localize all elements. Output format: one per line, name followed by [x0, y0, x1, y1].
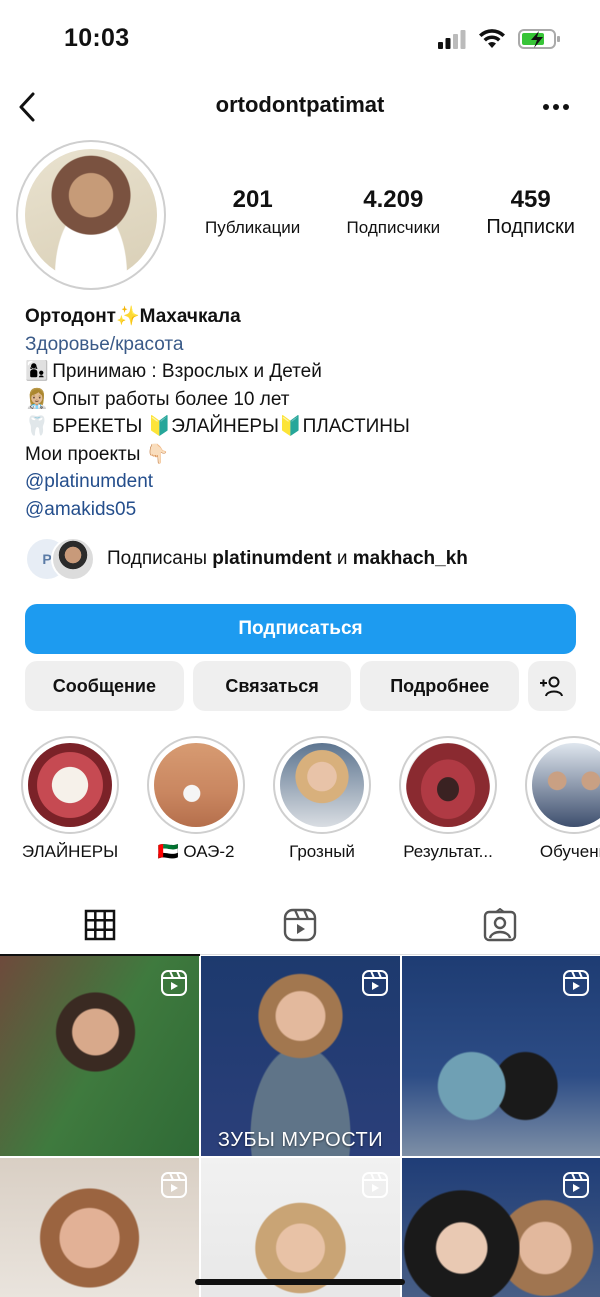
reel-icon — [362, 1172, 388, 1198]
contact-button[interactable]: Связаться — [192, 661, 352, 711]
tab-posts-grid[interactable] — [0, 895, 200, 956]
tab-tagged[interactable] — [400, 895, 600, 955]
reels-icon — [283, 908, 317, 942]
highlight-uae[interactable]: 🇦🇪 ОАЭ-2 — [141, 736, 251, 862]
tab-reels[interactable] — [200, 895, 400, 955]
highlight-grozny[interactable]: Грозный — [267, 736, 377, 862]
profile-category[interactable]: Здоровье/красота — [25, 331, 585, 359]
profile-display-name: Ортодонт✨Махачкала — [25, 306, 241, 327]
doctor-emoji-icon: 👩🏼‍⚕️ — [25, 388, 49, 410]
highlight-label: ЭЛАЙНЕРЫ — [21, 842, 119, 861]
bio-line: Мои проекты 👇🏻 — [25, 443, 170, 465]
profile-avatar[interactable] — [16, 140, 166, 290]
highlight-cover — [154, 743, 238, 827]
grid-post[interactable] — [0, 1158, 199, 1297]
highlight-cover — [406, 743, 490, 827]
stat-followers-label: Подписчики — [346, 218, 441, 237]
battery-charging-icon — [518, 29, 560, 49]
status-bar: 10:03 — [0, 0, 600, 80]
profile-photo — [25, 149, 157, 281]
bio-link-amakids[interactable]: @amakids05 — [25, 496, 585, 524]
reel-icon — [563, 970, 589, 996]
status-icons — [438, 28, 562, 50]
more-horizontal-icon — [543, 104, 569, 110]
highlight-label: Грозный — [289, 842, 355, 861]
family-emoji-icon: 👩‍👦 — [25, 361, 49, 382]
makhach-avatar — [51, 537, 95, 581]
grid-post[interactable] — [402, 956, 600, 1156]
bio-line: 🦷 БРЕКЕТЫ 🔰ЭЛАЙНЕРЫ🔰ПЛАСТИНЫ — [25, 413, 585, 441]
profile-nav-bar: ortodontpatimat — [0, 84, 600, 130]
reel-icon — [563, 1172, 589, 1198]
highlight-label: Результат... — [403, 842, 493, 861]
highlight-training[interactable]: Обучени — [519, 736, 600, 862]
stat-following-count: 459 — [510, 186, 551, 213]
stat-following[interactable]: 459 Подписки — [486, 186, 575, 239]
highlight-aligners[interactable]: ЭЛАЙНЕРЫ — [15, 736, 125, 862]
bio-line: 👩‍👦 Принимаю : Взрослых и Детей — [25, 358, 585, 386]
grid-post[interactable] — [402, 1158, 600, 1297]
profile-actions: Сообщение Связаться Подробнее — [25, 661, 577, 711]
more-info-button[interactable]: Подробнее — [360, 661, 520, 711]
highlight-label: Обучени — [539, 842, 600, 861]
followed-by-text: Подписаны platinumdent и makhach_kh — [107, 548, 468, 569]
profile-bio: Ортодонт✨Махачкала Здоровье/красота 👩‍👦 … — [25, 303, 585, 523]
grid-icon — [84, 909, 116, 941]
highlight-cover — [28, 743, 112, 827]
highlight-results[interactable]: Результат... — [393, 736, 503, 862]
reel-icon — [161, 1172, 187, 1198]
grid-post[interactable]: ЗУБЫ МУРОСТИ — [201, 956, 400, 1156]
stat-posts[interactable]: 201 Публикации — [205, 186, 300, 239]
stat-posts-label: Публикации — [205, 218, 301, 237]
reel-icon — [362, 970, 388, 996]
stat-following-label: Подписки — [486, 216, 575, 238]
wifi-icon — [479, 29, 505, 48]
followed-by[interactable]: P Подписаны platinumdent и makhach_kh — [25, 537, 585, 581]
profile-tabs — [0, 895, 600, 956]
story-highlights: ЭЛАЙНЕРЫ 🇦🇪 ОАЭ-2 Грозный Результат... О… — [0, 736, 600, 866]
signal-icon — [438, 30, 466, 49]
add-person-icon — [540, 676, 564, 697]
reel-icon — [161, 970, 187, 996]
bio-line: 👩🏼‍⚕️ Опыт работы более 10 лет — [25, 386, 585, 414]
highlight-cover — [280, 743, 364, 827]
highlight-cover — [532, 743, 600, 827]
profile-username: ortodontpatimat — [215, 92, 385, 117]
profile-stats: 201 Публикации 4.209 Подписчики 459 Подп… — [205, 186, 575, 239]
more-options-button[interactable] — [540, 92, 572, 122]
tooth-emoji-icon: 🦷 — [25, 416, 49, 437]
message-button[interactable]: Сообщение — [25, 661, 184, 711]
grid-post[interactable] — [201, 1158, 400, 1297]
home-indicator[interactable] — [195, 1279, 405, 1285]
stat-followers[interactable]: 4.209 Подписчики — [347, 186, 441, 239]
grid-post[interactable] — [0, 956, 199, 1156]
followed-by-avatars: P — [25, 537, 97, 581]
highlight-label: 🇦🇪 ОАЭ-2 — [157, 842, 235, 861]
stat-followers-count: 4.209 — [363, 186, 424, 213]
stat-posts-count: 201 — [232, 186, 273, 213]
posts-grid: ЗУБЫ МУРОСТИ — [0, 956, 600, 1297]
bio-link-platinumdent[interactable]: @platinumdent — [25, 468, 585, 496]
status-time: 10:03 — [64, 24, 130, 52]
suggest-people-button[interactable] — [528, 661, 577, 711]
post-overlay-text: ЗУБЫ МУРОСТИ — [217, 1129, 384, 1151]
follow-button[interactable]: Подписаться — [25, 604, 576, 654]
tagged-person-icon — [483, 908, 517, 942]
